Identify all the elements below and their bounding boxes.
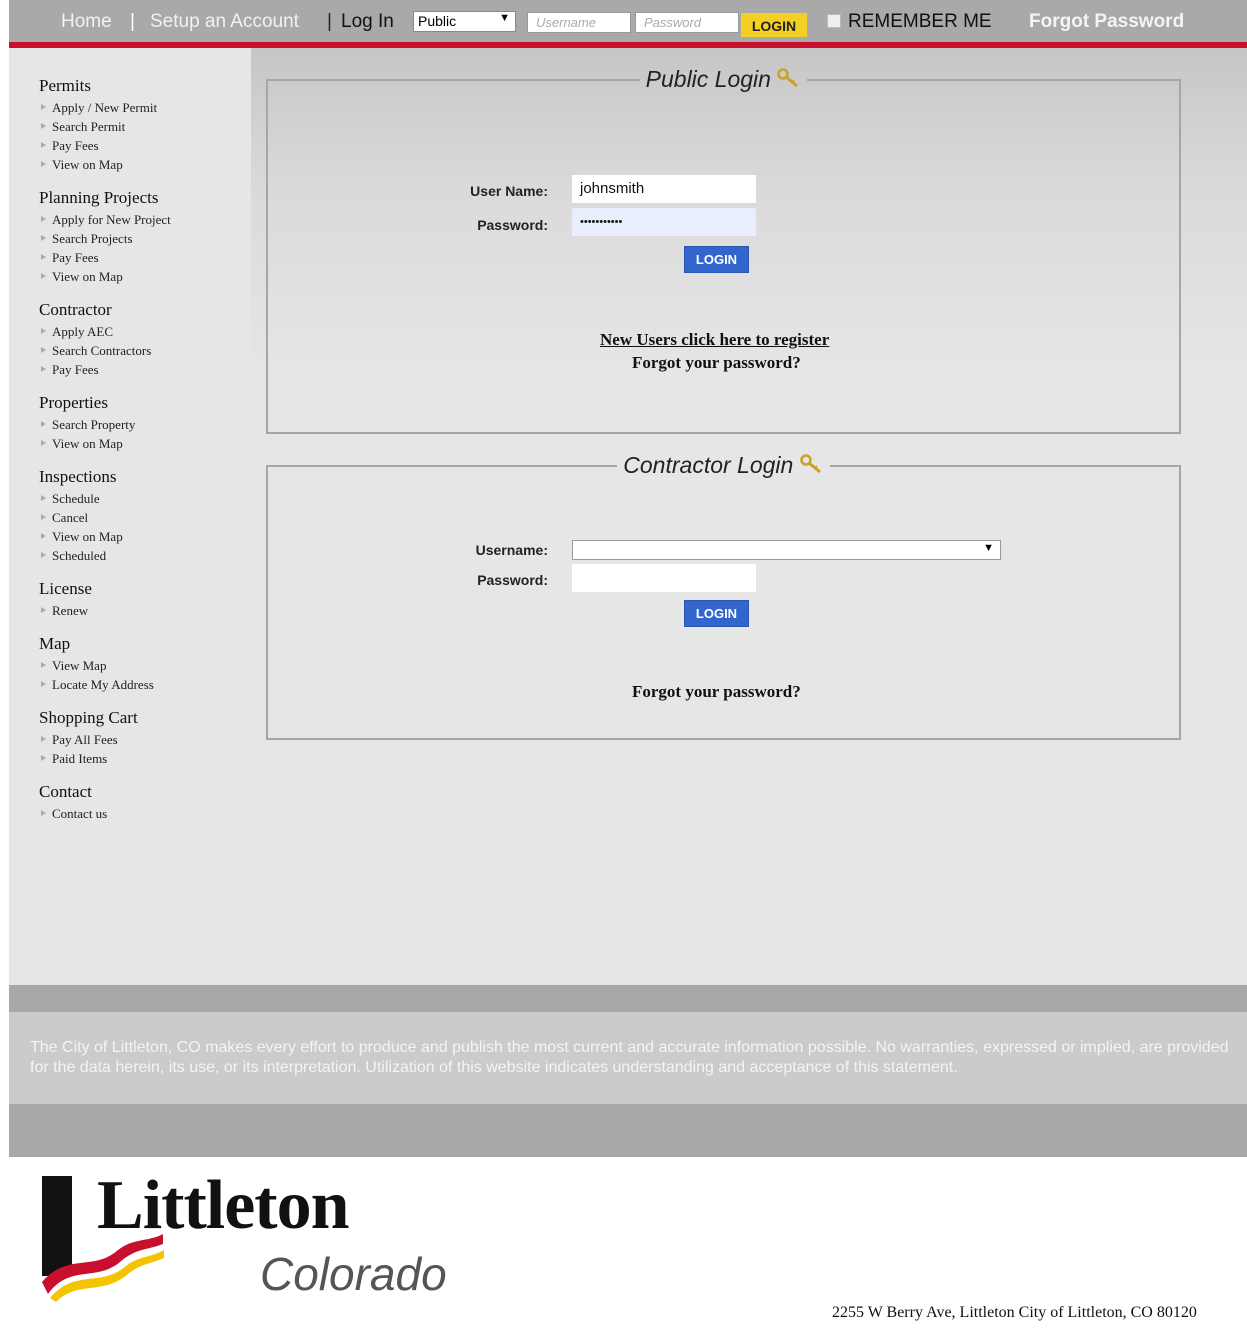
sidebar-section-contact: Contact Contact us xyxy=(39,782,107,823)
sidebar-item-pay-all-fees[interactable]: Pay All Fees xyxy=(39,730,138,749)
sidebar-item-pay-fees[interactable]: Pay Fees xyxy=(39,136,157,155)
sidebar-item-locate-my-address[interactable]: Locate My Address xyxy=(39,675,154,694)
sidebar-section-shopping-cart: Shopping Cart Pay All Fees Paid Items xyxy=(39,708,138,768)
account-type-value: Public xyxy=(418,13,457,29)
sidebar-heading: Shopping Cart xyxy=(39,708,138,727)
contractor-login-button[interactable]: LOGIN xyxy=(684,600,749,627)
sidebar-section-contractor: Contractor Apply AEC Search Contractors … xyxy=(39,300,151,379)
public-login-title-text: Public Login xyxy=(645,66,771,92)
sidebar-item-schedule[interactable]: Schedule xyxy=(39,489,123,508)
separator: | xyxy=(130,11,135,32)
contractor-password-input[interactable] xyxy=(572,564,756,592)
sidebar-section-planning-projects: Planning Projects Apply for New Project … xyxy=(39,188,171,286)
sidebar-heading: Inspections xyxy=(39,467,117,486)
top-password-input[interactable]: Password xyxy=(635,12,739,33)
contractor-login-title: Contractor Login xyxy=(617,452,829,479)
footer-disclaimer: The City of Littleton, CO makes every ef… xyxy=(9,1012,1247,1104)
sidebar-item-view-map[interactable]: View Map xyxy=(39,656,154,675)
contractor-username-select[interactable]: ▼ xyxy=(572,540,1001,560)
sidebar-item-contact-us[interactable]: Contact us xyxy=(39,804,107,823)
remember-me-label: REMEMBER ME xyxy=(848,11,992,32)
sidebar-heading: License xyxy=(39,579,92,598)
sidebar-heading: Contact xyxy=(39,782,92,801)
sidebar-item-apply-new-permit[interactable]: Apply / New Permit xyxy=(39,98,157,117)
remember-me-checkbox[interactable] xyxy=(827,14,841,28)
account-type-select[interactable]: Public ▼ xyxy=(413,11,516,32)
public-password-input[interactable]: ••••••••••• xyxy=(572,208,756,236)
sidebar-section-license: License Renew xyxy=(39,579,92,620)
contractor-username-label: Username: xyxy=(475,542,548,558)
public-username-input[interactable]: johnsmith xyxy=(572,175,756,203)
sidebar-item-paid-items[interactable]: Paid Items xyxy=(39,749,138,768)
footer-address: 2255 W Berry Ave, Littleton City of Litt… xyxy=(832,1304,1197,1321)
sidebar-section-permits: Permits Apply / New Permit Search Permit… xyxy=(39,76,157,174)
forgot-password-link[interactable]: Forgot Password xyxy=(1029,11,1184,33)
disclaimer-text: The City of Littleton, CO makes every ef… xyxy=(30,1039,1229,1076)
sidebar-section-map: Map View Map Locate My Address xyxy=(39,634,154,694)
sidebar-item-search-projects[interactable]: Search Projects xyxy=(39,229,171,248)
footer-band xyxy=(9,1104,1247,1157)
sidebar-item-scheduled[interactable]: Scheduled xyxy=(39,546,123,565)
sidebar-heading: Properties xyxy=(39,393,108,412)
public-forgot-password-link[interactable]: Forgot your password? xyxy=(632,353,801,373)
contractor-login-title-text: Contractor Login xyxy=(623,452,794,478)
sidebar-item-renew[interactable]: Renew xyxy=(39,601,92,620)
sidebar-item-view-on-map[interactable]: View on Map xyxy=(39,155,157,174)
dropdown-arrow-icon: ▼ xyxy=(499,12,510,24)
top-username-input[interactable]: Username xyxy=(527,12,631,33)
sidebar-item-pay-fees[interactable]: Pay Fees xyxy=(39,248,171,267)
sidebar-heading: Map xyxy=(39,634,71,653)
sidebar-item-cancel[interactable]: Cancel xyxy=(39,508,123,527)
sidebar-item-apply-aec[interactable]: Apply AEC xyxy=(39,322,151,341)
key-icon xyxy=(799,454,821,474)
login-label: Log In xyxy=(341,11,394,32)
public-password-label: Password: xyxy=(477,217,548,233)
top-login-button[interactable]: LOGIN xyxy=(741,13,807,37)
separator: | xyxy=(327,11,332,32)
public-username-label: User Name: xyxy=(470,183,548,199)
register-link[interactable]: New Users click here to register xyxy=(600,330,829,350)
public-login-title: Public Login xyxy=(640,66,808,93)
sidebar-item-apply-new-project[interactable]: Apply for New Project xyxy=(39,210,171,229)
sidebar-item-view-on-map[interactable]: View on Map xyxy=(39,267,171,286)
sidebar-heading: Planning Projects xyxy=(39,188,159,207)
sidebar-item-view-on-map[interactable]: View on Map xyxy=(39,527,123,546)
setup-account-link[interactable]: Setup an Account xyxy=(150,11,299,33)
logo-state: Colorado xyxy=(260,1248,447,1300)
contractor-forgot-password-link[interactable]: Forgot your password? xyxy=(632,682,801,702)
public-login-button[interactable]: LOGIN xyxy=(684,246,749,273)
key-icon xyxy=(777,68,799,88)
dropdown-arrow-icon: ▼ xyxy=(983,542,994,554)
sidebar-heading: Contractor xyxy=(39,300,112,319)
sidebar-item-search-permit[interactable]: Search Permit xyxy=(39,117,157,136)
logo-wordmark: Littleton xyxy=(97,1167,350,1244)
sidebar-item-pay-fees[interactable]: Pay Fees xyxy=(39,360,151,379)
sidebar-section-inspections: Inspections Schedule Cancel View on Map … xyxy=(39,467,123,565)
sidebar-heading: Permits xyxy=(39,76,91,95)
contractor-password-label: Password: xyxy=(477,572,548,588)
home-link[interactable]: Home xyxy=(61,11,112,33)
footer-band xyxy=(9,985,1247,1012)
sidebar-item-search-contractors[interactable]: Search Contractors xyxy=(39,341,151,360)
sidebar-item-search-property[interactable]: Search Property xyxy=(39,415,135,434)
sidebar-item-view-on-map[interactable]: View on Map xyxy=(39,434,135,453)
sidebar-section-properties: Properties Search Property View on Map xyxy=(39,393,135,453)
